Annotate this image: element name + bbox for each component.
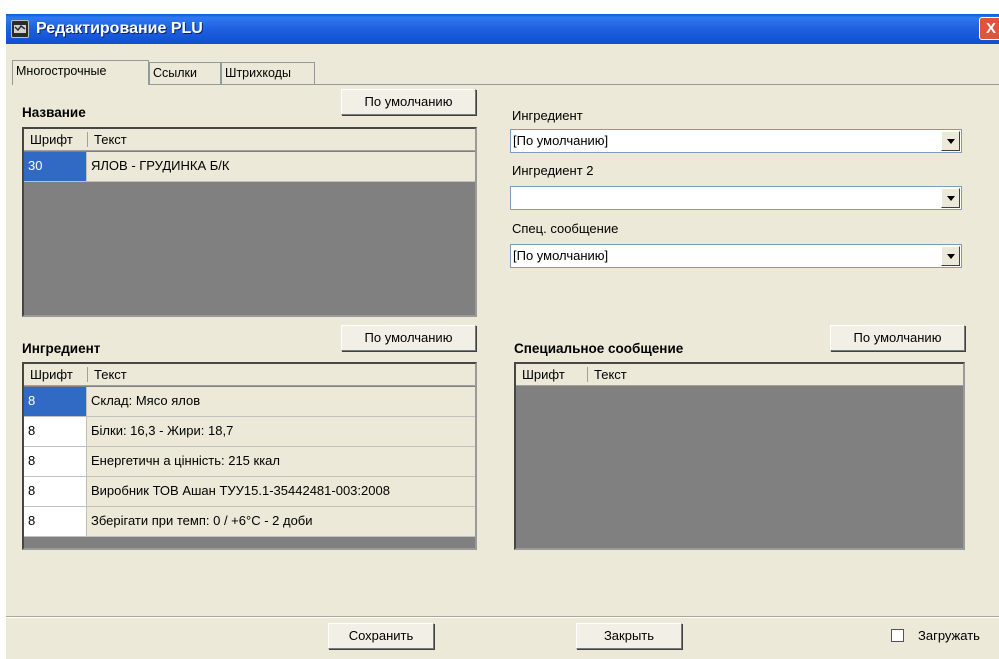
close-button[interactable]: Закрыть <box>576 623 682 649</box>
special-select-value: [По умолчанию] <box>513 248 609 263</box>
column-header-font: Шрифт <box>30 367 73 382</box>
ingredient-combo-label: Ингредиент <box>512 108 583 123</box>
ingredient-select-value: [По умолчанию] <box>513 133 609 148</box>
ingredient2-combo-label: Ингредиент 2 <box>512 163 594 178</box>
column-header-text: Текст <box>94 132 127 147</box>
ingredient-grid-header: Шрифт Текст <box>24 364 475 386</box>
window-title: Редактирование PLU <box>36 20 203 37</box>
chevron-down-icon[interactable] <box>941 246 960 266</box>
name-section-label: Название <box>22 105 86 120</box>
column-header-font: Шрифт <box>30 132 73 147</box>
text-cell[interactable]: Білки: 16,3 - Жири: 18,7 <box>87 417 475 447</box>
plu-edit-window: Редактирование PLU X Многострочные Ссылк… <box>6 14 999 659</box>
special-select[interactable]: [По умолчанию] <box>510 244 962 268</box>
ingredient-default-button[interactable]: По умолчанию <box>341 325 476 351</box>
name-grid-header: Шрифт Текст <box>24 129 475 151</box>
footer-divider <box>6 616 999 618</box>
close-window-button[interactable]: X <box>979 17 999 40</box>
app-icon <box>11 20 29 38</box>
special-grid-header: Шрифт Текст <box>516 364 963 386</box>
save-button[interactable]: Сохранить <box>328 623 434 649</box>
special-default-button[interactable]: По умолчанию <box>830 325 965 351</box>
ingredient-select[interactable]: [По умолчанию] <box>510 129 962 153</box>
font-cell[interactable]: 8 <box>24 507 87 537</box>
font-cell[interactable]: 8 <box>24 477 87 507</box>
text-cell[interactable]: Енергетичн а цінність: 215 ккал <box>87 447 475 477</box>
text-cell[interactable]: Зберігати при темп: 0 / +6°С - 2 доби <box>87 507 475 537</box>
special-grid[interactable]: Шрифт Текст <box>514 362 965 550</box>
column-header-font: Шрифт <box>522 367 565 382</box>
ingredient-grid[interactable]: Шрифт Текст 8 Склад: Мясо ялов 8 Білки: … <box>22 362 477 550</box>
text-cell[interactable]: ЯЛОВ - ГРУДИНКА Б/К <box>87 152 475 182</box>
tab-barcodes[interactable]: Штрихкоды <box>221 62 315 84</box>
load-checkbox-label: Загружать <box>918 628 980 643</box>
load-checkbox[interactable] <box>891 629 904 642</box>
special-section-label: Специальное сообщение <box>514 341 684 356</box>
column-header-text: Текст <box>594 367 627 382</box>
font-cell[interactable]: 8 <box>24 417 87 447</box>
font-cell[interactable]: 8 <box>24 387 87 417</box>
font-cell[interactable]: 30 <box>24 152 87 182</box>
font-cell[interactable]: 8 <box>24 447 87 477</box>
ingredient2-select[interactable] <box>510 186 962 210</box>
name-grid[interactable]: Шрифт Текст 30 ЯЛОВ - ГРУДИНКА Б/К <box>22 127 477 317</box>
close-icon: X <box>985 20 996 37</box>
title-bar[interactable]: Редактирование PLU X <box>6 14 999 44</box>
chevron-down-icon[interactable] <box>941 131 960 151</box>
tab-links[interactable]: Ссылки <box>149 62 221 84</box>
name-default-button[interactable]: По умолчанию <box>341 89 476 115</box>
text-cell[interactable]: Склад: Мясо ялов <box>87 387 475 417</box>
text-cell[interactable]: Виробник ТОВ Ашан ТУУ15.1-35442481-003:2… <box>87 477 475 507</box>
chevron-down-icon[interactable] <box>941 188 960 208</box>
column-header-text: Текст <box>94 367 127 382</box>
special-combo-label: Спец. сообщение <box>512 221 619 236</box>
ingredient-section-label: Ингредиент <box>22 341 101 356</box>
tab-multiline[interactable]: Многострочные <box>12 60 149 85</box>
